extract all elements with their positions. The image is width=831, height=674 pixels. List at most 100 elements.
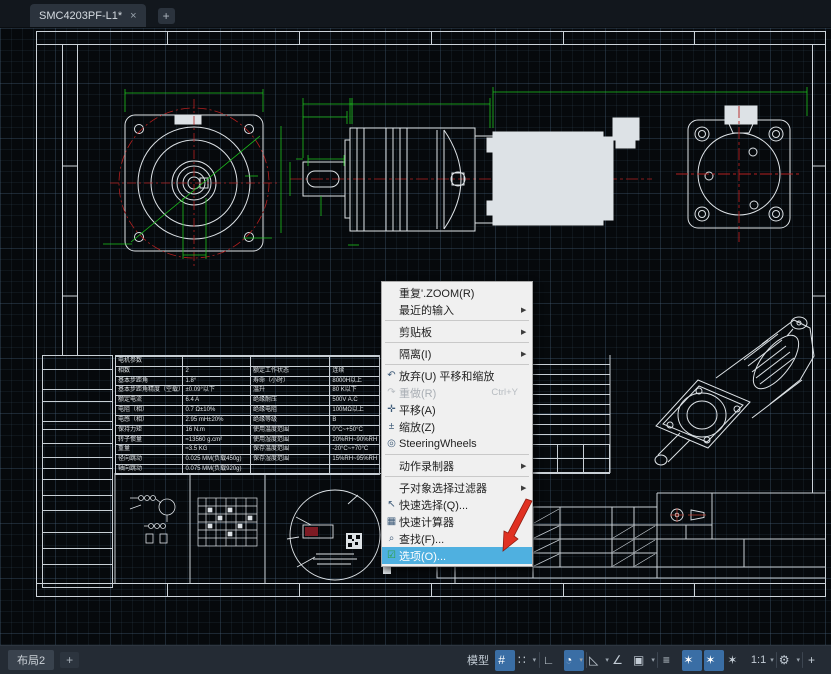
param-value: 80 K以下 <box>329 386 379 395</box>
snap-mode-icon[interactable]: ∷ ▾ <box>517 650 537 671</box>
menu-separator <box>385 342 529 343</box>
param-value: 15%RH~95%RH <box>329 455 379 464</box>
front-view-centerlines <box>110 99 278 267</box>
menu-isolate[interactable]: 隔离(I) ▶ <box>382 345 532 362</box>
revision-row <box>43 533 112 549</box>
menu-item-label: 最近的输入 <box>399 302 518 318</box>
layout-tab[interactable]: 布局2 <box>8 650 54 670</box>
ratio-cell <box>558 459 584 473</box>
rear-view <box>688 106 790 228</box>
status-item[interactable] <box>586 652 587 668</box>
menu-pan[interactable]: ✛ 平移(A) <box>382 401 532 418</box>
close-icon[interactable]: × <box>130 10 136 22</box>
status-item[interactable] <box>657 652 658 668</box>
param-label: 保存湿度范围 <box>250 455 329 464</box>
menu-item-label: 动作录制器 <box>399 458 518 474</box>
menu-item-icon: ▦ <box>384 516 399 527</box>
menu-separator <box>385 320 529 321</box>
menu-redo[interactable]: ↷ 重做(R) Ctrl+Y <box>382 384 532 401</box>
param-label: 保持力矩 <box>116 426 182 435</box>
submenu-arrow-icon: ▶ <box>521 306 529 314</box>
menu-item-icon: ↖ <box>384 499 399 510</box>
isodraft-icon[interactable]: ◺ ▾ <box>589 650 609 671</box>
isometric-view <box>655 317 814 465</box>
new-layout-button[interactable]: + <box>60 652 79 668</box>
settings-gear-icon[interactable]: ⚙ ▾ <box>779 650 800 671</box>
menu-item-label: 隔离(I) <box>399 346 518 362</box>
revision-row <box>43 356 112 370</box>
param-value: 500V A.C <box>329 396 379 405</box>
ratio-cell <box>558 445 584 459</box>
menu-options[interactable]: ☑ 选项(O)... <box>382 547 532 564</box>
model-paper-toggle[interactable]: 模型 <box>464 650 493 671</box>
param-label: 寿命（小时） <box>250 377 329 386</box>
menu-undo[interactable]: ↶ 放弃(U) 平移和缩放 <box>382 367 532 384</box>
polar-tracking-icon[interactable]: ◔ ▾ <box>564 650 584 671</box>
param-value <box>329 465 379 474</box>
grid-icon[interactable]: # <box>495 650 515 671</box>
table-row <box>533 395 610 405</box>
table-row: 额定电流 6.4 A 绝缘耐压 500V A.C <box>116 395 379 405</box>
menu-item-icon: ⌕ <box>384 533 399 544</box>
menu-steeringwheels[interactable]: ◎ SteeringWheels <box>382 435 532 452</box>
menu-item-label: 放弃(U) 平移和缩放 <box>399 368 518 384</box>
ortho-icon[interactable]: ∟ <box>542 650 562 671</box>
status-icon: ✶ <box>683 653 693 667</box>
revision-row <box>43 549 112 565</box>
status-item[interactable] <box>802 652 803 668</box>
menu-zoom[interactable]: ± 缩放(Z) <box>382 418 532 435</box>
object-snap-icon[interactable]: ▣ ▾ <box>633 650 655 671</box>
table-row: 基本步距角 1.8° 寿命（小时） 8000H以上 <box>116 376 379 386</box>
document-tab[interactable]: SMC4203PF-L1* × <box>30 4 146 27</box>
status-item[interactable] <box>776 652 777 668</box>
ratio-cell <box>533 459 558 473</box>
menu-recent-input[interactable]: 最近的输入 ▶ <box>382 301 532 318</box>
status-item[interactable] <box>539 652 540 668</box>
annotation-autoscale-icon[interactable]: ✶ <box>704 650 724 671</box>
revision-row <box>43 469 112 480</box>
param-value: 8000H以上 <box>329 377 379 386</box>
param-label: 径向跳动 <box>116 455 182 464</box>
param-label: 重量 <box>116 445 182 454</box>
lineweight-icon[interactable]: ≡ <box>660 650 680 671</box>
param-label <box>250 465 329 474</box>
param-label: 转子惯量 <box>116 436 182 445</box>
menu-item-icon: ☑ <box>384 550 399 561</box>
document-tab-bar: SMC4203PF-L1* × + <box>0 0 831 28</box>
menu-item-label: 子对象选择过滤器 <box>399 480 518 496</box>
param-label <box>250 357 329 366</box>
param-value: 0.075 MM(负载920g) <box>182 465 249 474</box>
chevron-down-icon: ▾ <box>579 656 583 664</box>
menu-quick-calc[interactable]: ▦ 快速计算器 <box>382 513 532 530</box>
menu-item-icon: ◎ <box>384 438 399 449</box>
chevron-down-icon: ▾ <box>651 656 655 664</box>
ratio-cell <box>533 445 558 459</box>
menu-item-label: 缩放(Z) <box>399 419 518 435</box>
table-row: 转子惯量 ≈13560 g.cm² 使用湿度范围 20%RH~90%RH <box>116 435 379 445</box>
ratio-cell <box>584 445 610 459</box>
table-row: 相数 2 额定工作状态 连续 <box>116 366 379 376</box>
status-icon: ✶ <box>705 653 715 667</box>
menu-item-icon: ✛ <box>384 404 399 415</box>
menu-repeat-zoom[interactable]: 重复'.ZOOM(R) <box>382 284 532 301</box>
menu-action-recorder[interactable]: 动作录制器 ▶ <box>382 457 532 474</box>
param-label: 基本步距角 <box>116 377 182 386</box>
annotation-icon[interactable]: ✶ <box>726 650 746 671</box>
status-icon: + <box>808 653 815 667</box>
param-value: 20%RH~90%RH <box>329 436 379 445</box>
menu-clipboard[interactable]: 剪贴板 ▶ <box>382 323 532 340</box>
annotation-scale-select[interactable]: 1:1 ▾ <box>748 650 774 671</box>
menu-subobject-filter[interactable]: 子对象选择过滤器 ▶ <box>382 479 532 496</box>
new-tab-button[interactable]: + <box>158 8 175 24</box>
annotation-visibility-icon[interactable]: ✶ <box>682 650 702 671</box>
menu-item-icon: ↶ <box>384 370 399 381</box>
customize-plus-icon[interactable]: + <box>805 650 825 671</box>
menu-quick-select[interactable]: ↖ 快速选择(Q)... <box>382 496 532 513</box>
revision-table <box>42 355 113 588</box>
menu-find[interactable]: ⌕ 查找(F)... <box>382 530 532 547</box>
param-label: 电阻（相） <box>116 406 182 415</box>
osnap-tracking-icon[interactable]: ∠ <box>611 650 631 671</box>
param-value <box>182 357 249 366</box>
table-row: 电阻（相） 0.7 Ω±10% 绝缘电阻 100MΩ以上 <box>116 405 379 415</box>
chevron-down-icon: ▾ <box>796 656 800 664</box>
